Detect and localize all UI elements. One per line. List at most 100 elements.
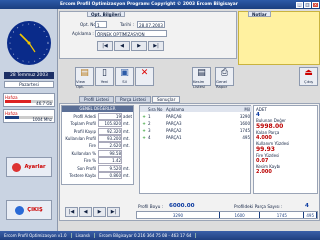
cpu-meter-fill — [5, 100, 32, 103]
general-row-label: Profil Adedi — [73, 113, 96, 119]
tab-parts-list[interactable]: Parça Listesi — [115, 96, 152, 103]
memory-meter: Hafıza 1004 Mhz — [3, 109, 55, 123]
status-license: Lisanslı — [72, 233, 96, 238]
app-window: Ercom Profil Optimizasyon Programı Copyr… — [0, 0, 320, 240]
parts-row-length: 3290 — [239, 113, 250, 119]
general-row-label: Testere Kaybı — [69, 172, 96, 178]
first-record-button[interactable]: |◀ — [97, 41, 113, 51]
notes-header: Notlar — [248, 11, 271, 17]
general-values-header: GENEL DEĞERLER — [62, 106, 133, 112]
settings-button[interactable]: Ayarlar — [6, 157, 52, 177]
cut-segment: 1745 — [260, 212, 305, 218]
general-row-label: Toplam Profil — [70, 121, 96, 127]
save-button[interactable]: ▣ Sil — [115, 67, 134, 86]
parts-row[interactable]: +3 PARÇA2 1745 — [140, 127, 252, 134]
disk-icon: ▣ — [120, 68, 129, 78]
new-button[interactable]: ▯ Yeni — [95, 67, 114, 86]
general-row-value: 93.200 — [98, 134, 122, 142]
piece-count-value: 4 — [305, 203, 309, 209]
delete-icon: ✕ — [140, 68, 149, 78]
prev-record-button[interactable]: ◀ — [114, 41, 130, 51]
general-row-value: 9.520 — [98, 164, 122, 172]
opt-desc-field[interactable]: ÖRNEK OPTİMİZASYON — [95, 30, 167, 37]
profile-length-value: 6000.00 — [169, 203, 195, 209]
last-record-button[interactable]: ▶| — [148, 41, 164, 51]
general-row-unit: mt. — [123, 143, 130, 149]
opt-date-label: Tarihi : — [120, 22, 134, 27]
general-row-unit: adet — [123, 113, 133, 119]
cpu-meter-value: 46.7 Gb — [36, 101, 52, 106]
cpu-meter: Hafıza 46.7 Gb — [3, 93, 55, 107]
status-app-name: Ercom Profil Optimizasyon v1.0 — [0, 233, 72, 238]
tab-profile-list[interactable]: Profil Listesi — [79, 96, 115, 103]
col-desc: Açıklama — [166, 106, 185, 112]
parts-row[interactable]: +4 PARÇA1 495 — [140, 134, 252, 141]
last-profile-button[interactable]: ▶| — [107, 207, 120, 217]
found-value: 5998.00 — [256, 123, 284, 130]
close-button[interactable]: × — [312, 1, 319, 8]
minimize-button[interactable]: _ — [296, 1, 303, 8]
parts-row-desc: PARÇA1 — [166, 134, 182, 140]
next-record-button[interactable]: ▶ — [131, 41, 147, 51]
maximize-button[interactable]: □ — [304, 1, 311, 8]
general-row: Testere Kaybı 0.860 mt. — [62, 171, 134, 179]
view-opt-button[interactable]: ▤ View Opt. — [75, 67, 94, 89]
prev-profile-button[interactable]: ◀ — [79, 207, 92, 217]
general-row-value: 2.620 — [98, 142, 122, 150]
tab-results[interactable]: Sonuçlar — [152, 96, 181, 103]
general-row: Toplam Profil 105.820 mt. — [62, 120, 134, 128]
next-profile-button[interactable]: ▶ — [93, 207, 106, 217]
parts-row[interactable]: +1 PARÇA8 3290 — [140, 113, 252, 120]
opt-date-field[interactable]: 28.07.2003 — [137, 21, 165, 28]
memory-meter-fill — [5, 116, 20, 119]
delete-button[interactable]: ✕ — [135, 67, 154, 86]
parts-row[interactable]: +2 PARÇA3 1600 — [140, 120, 252, 127]
general-row: Profil Adedi 19 adet — [62, 112, 134, 120]
title-bar: Ercom Profil Optimizasyon Programı Copyr… — [0, 0, 320, 9]
main-area: Opt. Bilgileri Opt. No : 1 Tarihi : 28.0… — [59, 9, 320, 231]
window-title: Ercom Profil Optimizasyon Programı Copyr… — [60, 2, 238, 7]
cut-list-button[interactable]: ▤ Kesim Listesi — [192, 67, 211, 89]
memory-meter-value: 1004 Mhz — [32, 117, 52, 122]
general-row-value: 98.58 — [98, 149, 122, 157]
general-row: Son Profil 9.520 mt. — [62, 164, 134, 172]
general-row: Fire % 1.42 — [62, 157, 134, 165]
parts-row-length: 1745 — [239, 127, 250, 133]
general-report-button[interactable]: ⎙ Genel Rapor — [215, 67, 234, 89]
parts-table: Sıra No Açıklama Mil +1 PARÇA8 3290 +2 PARÇA… — [139, 105, 252, 194]
general-row-label: Fire — [88, 143, 96, 149]
opt-no-field[interactable]: 1 — [95, 21, 107, 28]
exit-button[interactable]: ÇIKIŞ — [6, 200, 52, 220]
exit-tool-button[interactable]: ⏏ Çıkış — [299, 67, 318, 86]
exit-label: ÇIKIŞ — [27, 207, 43, 213]
general-row-unit: mt. — [123, 135, 130, 141]
general-row-label: Kullanılan % — [71, 150, 96, 156]
general-row-value: 92.320 — [98, 127, 122, 135]
cut-segment: 495 — [304, 212, 317, 218]
page-icon: ▯ — [102, 68, 107, 78]
cut-segment: 1600 — [220, 212, 261, 218]
usage-value: 99.93 — [256, 146, 275, 153]
opt-info-header: Opt. Bilgileri — [87, 11, 125, 17]
plus-icon: + — [142, 127, 146, 133]
notes-panel[interactable] — [238, 11, 320, 65]
left-panel: 28 Temmuz 2003 Pazartesi Hafıza 46.7 Gb … — [0, 9, 58, 231]
parts-row-no: 2 — [148, 120, 151, 126]
plus-icon: + — [142, 134, 146, 140]
parts-table-header: Sıra No Açıklama Mil — [140, 106, 252, 112]
general-row-value: 19 — [98, 112, 122, 120]
first-profile-button[interactable]: |◀ — [65, 207, 78, 217]
parts-row-desc: PARÇA3 — [166, 120, 182, 126]
profile-length-label: Profil Boyu : — [138, 204, 164, 209]
profile-cut-bar: 3290 1600 1745 495 — [136, 211, 318, 219]
general-row-label: Fire % — [83, 158, 96, 164]
general-row: Fire 2.620 mt. — [62, 142, 134, 150]
general-row: Profil Kayıp 92.320 mt. — [62, 127, 134, 135]
general-row-unit: mt. — [123, 121, 130, 127]
plus-icon: + — [142, 120, 146, 126]
general-row: Kullanılan Profil 93.200 mt. — [62, 134, 134, 142]
general-row-unit: mt. — [123, 128, 130, 134]
piece-count-label: Profildeki Parça Sayısı : — [234, 204, 283, 209]
printer-icon: ⎙ — [220, 68, 229, 78]
clipboard-icon: ▤ — [80, 68, 89, 78]
